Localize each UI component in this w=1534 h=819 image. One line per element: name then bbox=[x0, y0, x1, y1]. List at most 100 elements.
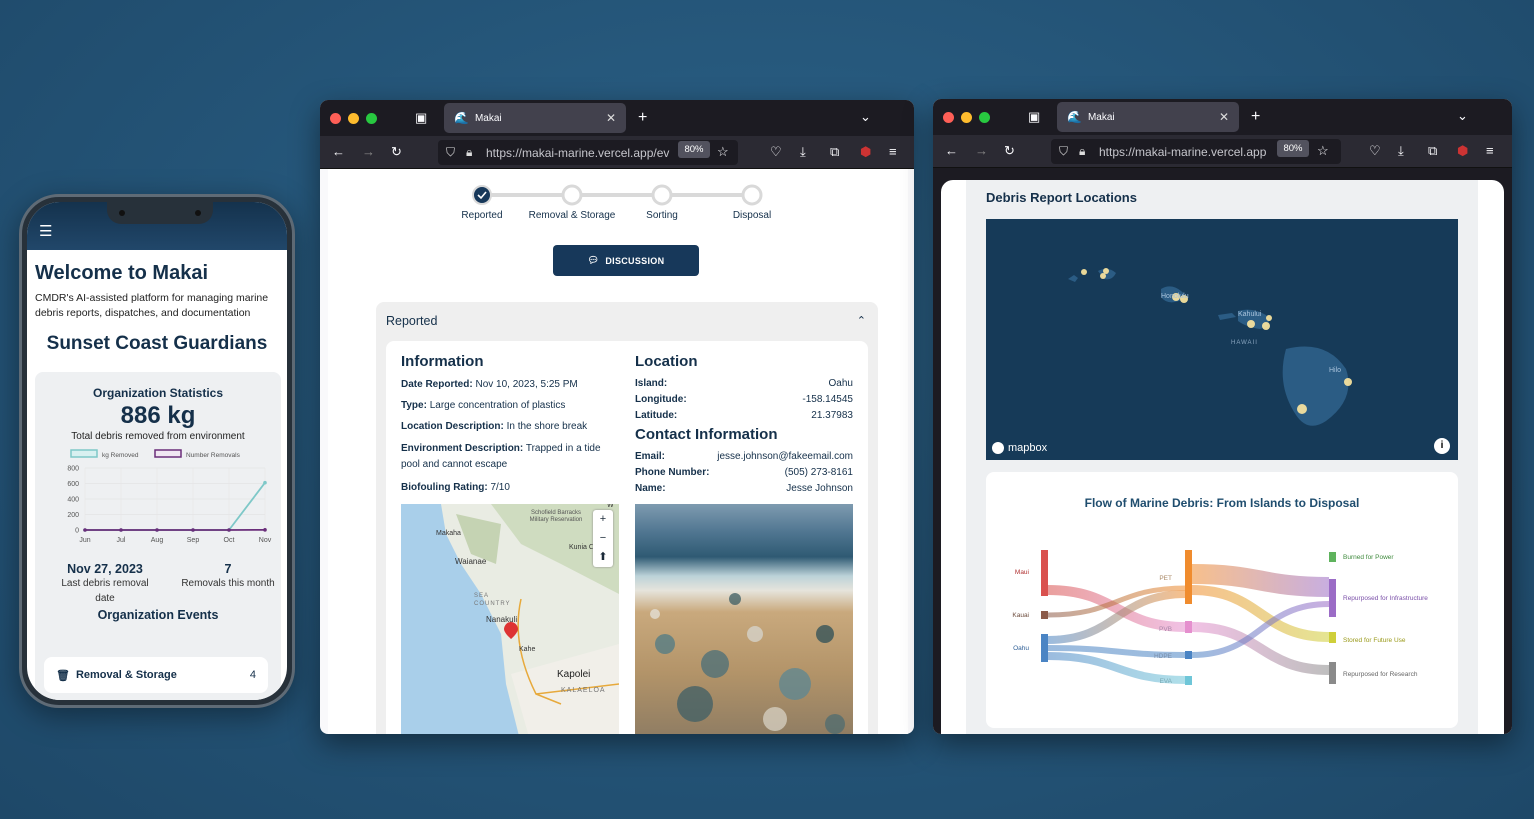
map-label-schofield: Schofield Barracks Military Reservation bbox=[529, 510, 583, 523]
report-marker bbox=[1266, 315, 1272, 321]
debris-photo bbox=[635, 504, 853, 734]
node-pet bbox=[1185, 550, 1192, 604]
reload-icon[interactable]: ↻ bbox=[1004, 143, 1015, 159]
browser-tab[interactable]: 🌊 Makai ✕ bbox=[444, 103, 626, 133]
new-tab-icon[interactable]: + bbox=[638, 109, 647, 127]
y-tick-label: 200 bbox=[67, 512, 79, 519]
removals-count: 7 bbox=[224, 562, 232, 576]
series-line bbox=[85, 482, 266, 531]
extensions-icon[interactable]: ⧉ bbox=[830, 144, 839, 160]
x-tick-label: Jul bbox=[117, 537, 126, 544]
legend-label: Number Removals bbox=[186, 452, 241, 459]
bookmark-star-icon[interactable]: ☆ bbox=[717, 144, 729, 160]
close-tab-icon[interactable]: ✕ bbox=[606, 111, 616, 125]
tab-bar: ▣ 🌊 Makai ✕ + ⌄ bbox=[933, 99, 1512, 135]
node-oahu bbox=[1041, 634, 1048, 662]
contact-title: Contact Information bbox=[635, 426, 778, 443]
close-tab-icon[interactable]: ✕ bbox=[1219, 110, 1229, 124]
info-title: Information bbox=[401, 353, 484, 370]
sankey-card: Flow of Marine Debris: From Islands to D… bbox=[986, 472, 1458, 728]
info-icon[interactable]: i bbox=[1434, 438, 1450, 454]
data-point bbox=[155, 528, 159, 532]
browser-tab[interactable]: 🌊 Makai ✕ bbox=[1057, 102, 1239, 132]
zoom-indicator[interactable]: 80% bbox=[1277, 140, 1309, 157]
legend-swatch bbox=[154, 449, 182, 458]
location-desc-row: Location Description: In the shore break bbox=[401, 421, 588, 432]
data-point bbox=[83, 528, 87, 532]
type-row: Type: Large concentration of plastics bbox=[401, 400, 566, 411]
tab-list-icon[interactable]: ⌄ bbox=[1457, 108, 1468, 124]
map-label-hilo: Hilo bbox=[1329, 367, 1342, 374]
download-icon[interactable]: ⤓ bbox=[1398, 143, 1404, 159]
trash-icon: 🗑 bbox=[56, 669, 70, 682]
map-label-kunia: Kunia C bbox=[569, 544, 594, 551]
data-point bbox=[191, 528, 195, 532]
browser-window-locations: ▣ 🌊 Makai ✕ + ⌄ ← → ↻ ⛉ 🔒︎ https://makai… bbox=[933, 99, 1512, 734]
map-label-kahe: Kahe bbox=[519, 646, 536, 653]
latitude-row: Latitude: 21.37983 bbox=[635, 410, 853, 421]
locations-title: Debris Report Locations bbox=[986, 190, 1137, 205]
ublock-icon[interactable]: ⬢ bbox=[860, 144, 871, 160]
url-text: https://makai-marine.vercel.app bbox=[1099, 144, 1267, 159]
back-icon[interactable]: ← bbox=[332, 144, 345, 159]
reload-icon[interactable]: ↻ bbox=[391, 144, 402, 160]
step-removal-icon bbox=[561, 184, 583, 206]
menu-icon[interactable]: ≡ bbox=[1486, 143, 1494, 158]
step-label-sorting: Sorting bbox=[646, 210, 678, 221]
forward-icon[interactable]: → bbox=[975, 143, 988, 158]
url-text: https://makai-marine.vercel.app/ev bbox=[486, 145, 670, 160]
forward-icon[interactable]: → bbox=[362, 144, 375, 159]
y-tick-label: 800 bbox=[67, 466, 79, 473]
last-removal-label: Last debris removal date bbox=[61, 578, 149, 604]
tab-list-icon[interactable]: ⌄ bbox=[860, 109, 871, 125]
sankey-diagram: Maui Kauai Oahu PET PVB HDPE EVA Burned for Pow… bbox=[1012, 550, 1428, 685]
chevron-up-icon[interactable]: ⌃ bbox=[857, 314, 866, 327]
nav-bar: ← → ↻ ⛉ 🔒︎ https://makai-marine.vercel.a… bbox=[933, 135, 1512, 168]
step-reported-icon bbox=[472, 185, 492, 205]
longitude-row: Longitude: -158.14545 bbox=[635, 394, 853, 405]
bookmark-star-icon[interactable]: ☆ bbox=[1317, 143, 1329, 159]
node-burned bbox=[1329, 552, 1336, 562]
zoom-indicator[interactable]: 80% bbox=[678, 141, 710, 158]
hawaii-map[interactable]: Honolulu Kahului HAWAII Hilo mapbox i bbox=[986, 219, 1458, 460]
node-research bbox=[1329, 662, 1336, 684]
dest-label-research: Repurposed for Research bbox=[1343, 671, 1418, 678]
wave-icon: 🌊 bbox=[1067, 110, 1082, 124]
y-tick-label: 400 bbox=[67, 497, 79, 504]
source-label-oahu: Oahu bbox=[1013, 645, 1029, 652]
pocket-icon[interactable]: ♡ bbox=[1369, 143, 1381, 159]
source-label-kauai: Kauai bbox=[1012, 612, 1029, 619]
mapbox-logo: mapbox bbox=[992, 442, 1047, 454]
discussion-button[interactable]: 💬︎ DISCUSSION bbox=[553, 245, 699, 276]
window-controls[interactable] bbox=[330, 113, 377, 124]
compass-icon[interactable]: ⬆ bbox=[593, 548, 613, 567]
back-icon[interactable]: ← bbox=[945, 143, 958, 158]
lock-icon: 🔒︎ bbox=[1079, 144, 1086, 158]
step-label-reported: Reported bbox=[461, 210, 503, 221]
zoom-in-icon[interactable]: + bbox=[593, 510, 613, 529]
event-card[interactable]: 🗑 Removal & Storage 4 bbox=[44, 657, 268, 693]
node-eva bbox=[1185, 676, 1192, 685]
tab-overview-icon[interactable]: ▣ bbox=[415, 110, 427, 126]
nav-bar: ← → ↻ ⛉ 🔒︎ https://makai-marine.vercel.a… bbox=[320, 136, 914, 169]
window-controls[interactable] bbox=[943, 112, 990, 123]
map-label-waianae: Waianae bbox=[455, 557, 487, 566]
new-tab-icon[interactable]: + bbox=[1251, 108, 1260, 126]
map-label-kahului: Kahului bbox=[1238, 311, 1262, 318]
browser-window-report: ▣ 🌊 Makai ✕ + ⌄ ← → ↻ ⛉ 🔒︎ https://makai… bbox=[320, 100, 914, 734]
map-label-nanakuli: Nanakuli bbox=[486, 615, 518, 624]
extensions-icon[interactable]: ⧉ bbox=[1428, 143, 1437, 159]
menu-icon[interactable]: ☰ bbox=[39, 224, 53, 239]
accordion-title[interactable]: Reported bbox=[386, 314, 437, 328]
page-content: Reported Removal & Storage Sorting Dispo… bbox=[328, 169, 908, 734]
source-label-maui: Maui bbox=[1015, 569, 1029, 576]
ublock-icon[interactable]: ⬢ bbox=[1457, 143, 1468, 159]
location-map[interactable]: Schofield Barracks Military Reservation … bbox=[401, 504, 619, 734]
data-point bbox=[227, 528, 231, 532]
menu-icon[interactable]: ≡ bbox=[889, 144, 897, 159]
legend-swatch bbox=[70, 449, 98, 458]
zoom-out-icon[interactable]: − bbox=[593, 529, 613, 548]
pocket-icon[interactable]: ♡ bbox=[770, 144, 782, 160]
download-icon[interactable]: ⤓ bbox=[800, 144, 806, 160]
tab-overview-icon[interactable]: ▣ bbox=[1028, 109, 1040, 125]
